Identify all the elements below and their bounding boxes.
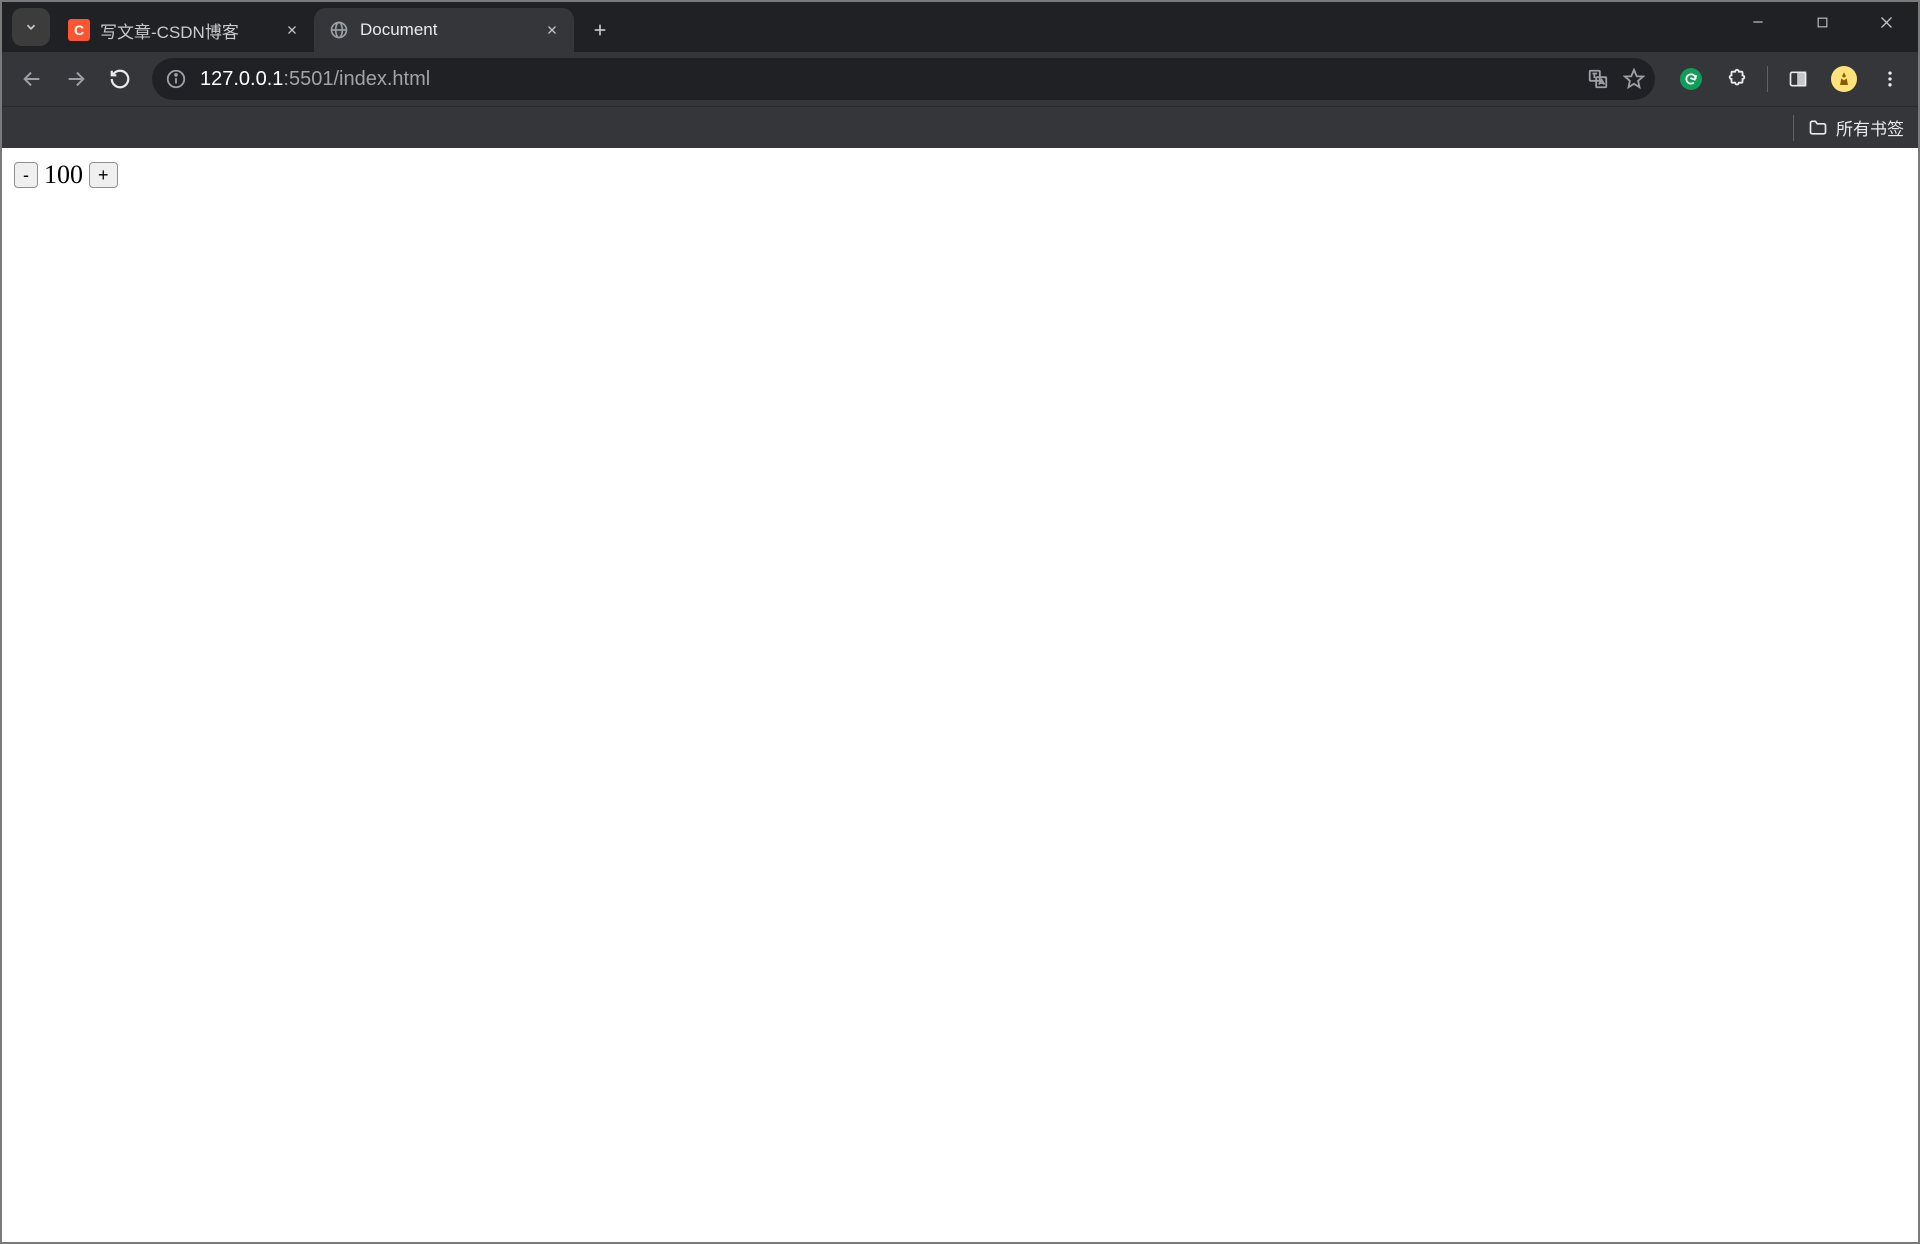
separator: [1767, 66, 1768, 92]
url-path: :5501/index.html: [283, 68, 430, 90]
decrement-button[interactable]: -: [14, 162, 38, 188]
tab-strip: C 写文章-CSDN博客 Document: [2, 2, 1918, 52]
puzzle-icon: [1726, 68, 1748, 90]
translate-icon: [1587, 68, 1609, 90]
panel-icon: [1788, 69, 1808, 89]
toolbar: 127.0.0.1:5501/index.html: [2, 52, 1918, 106]
bookmarks-bar: 所有书签: [2, 106, 1918, 148]
arrow-right-icon: [65, 68, 87, 90]
translate-button[interactable]: [1587, 68, 1609, 90]
increment-button[interactable]: +: [89, 162, 118, 188]
reload-icon: [109, 68, 131, 90]
new-tab-button[interactable]: [582, 12, 618, 48]
extension-green-button[interactable]: [1671, 59, 1711, 99]
window-close-button[interactable]: [1854, 2, 1918, 42]
chevron-down-icon: [24, 20, 38, 34]
url-text: 127.0.0.1:5501/index.html: [200, 68, 1587, 91]
url-host: 127.0.0.1: [200, 68, 283, 90]
minimize-icon: [1751, 15, 1765, 29]
tab-csdn[interactable]: C 写文章-CSDN博客: [54, 8, 314, 52]
star-icon: [1623, 68, 1645, 90]
arrow-left-icon: [21, 68, 43, 90]
close-icon: [1879, 15, 1894, 30]
reload-button[interactable]: [98, 57, 142, 101]
folder-icon: [1808, 118, 1828, 138]
avatar-icon: [1831, 66, 1857, 92]
window-maximize-button[interactable]: [1790, 2, 1854, 42]
csdn-favicon-icon: C: [68, 19, 90, 41]
globe-favicon-icon: [328, 19, 350, 41]
separator: [1793, 115, 1794, 141]
tab-close-button[interactable]: [542, 20, 562, 40]
bookmark-button[interactable]: [1623, 68, 1645, 90]
all-bookmarks-button[interactable]: 所有书签: [1808, 115, 1904, 140]
kebab-icon: [1880, 69, 1900, 89]
tab-title: Document: [360, 20, 534, 40]
counter-value: 100: [44, 160, 83, 190]
site-info-button[interactable]: [162, 65, 190, 93]
close-icon: [546, 24, 558, 36]
all-bookmarks-label: 所有书签: [1836, 115, 1904, 140]
info-icon: [165, 68, 187, 90]
counter-widget: - 100 +: [14, 160, 1906, 190]
forward-button[interactable]: [54, 57, 98, 101]
tab-close-button[interactable]: [282, 20, 302, 40]
address-bar[interactable]: 127.0.0.1:5501/index.html: [152, 58, 1655, 100]
search-tabs-button[interactable]: [12, 8, 50, 46]
plus-icon: [592, 22, 608, 38]
extensions-area: [1671, 59, 1910, 99]
extensions-menu-button[interactable]: [1717, 59, 1757, 99]
chrome-menu-button[interactable]: [1870, 59, 1910, 99]
page-viewport: - 100 +: [2, 148, 1918, 1242]
browser-chrome: C 写文章-CSDN博客 Document: [2, 2, 1918, 148]
window-minimize-button[interactable]: [1726, 2, 1790, 42]
maximize-icon: [1816, 16, 1829, 29]
side-panel-button[interactable]: [1778, 59, 1818, 99]
close-icon: [286, 24, 298, 36]
tab-title: 写文章-CSDN博客: [100, 18, 274, 43]
profile-button[interactable]: [1824, 59, 1864, 99]
window-controls: [1726, 2, 1918, 42]
sync-extension-icon: [1680, 68, 1702, 90]
omnibox-actions: [1587, 68, 1645, 90]
tab-document[interactable]: Document: [314, 8, 574, 52]
back-button[interactable]: [10, 57, 54, 101]
